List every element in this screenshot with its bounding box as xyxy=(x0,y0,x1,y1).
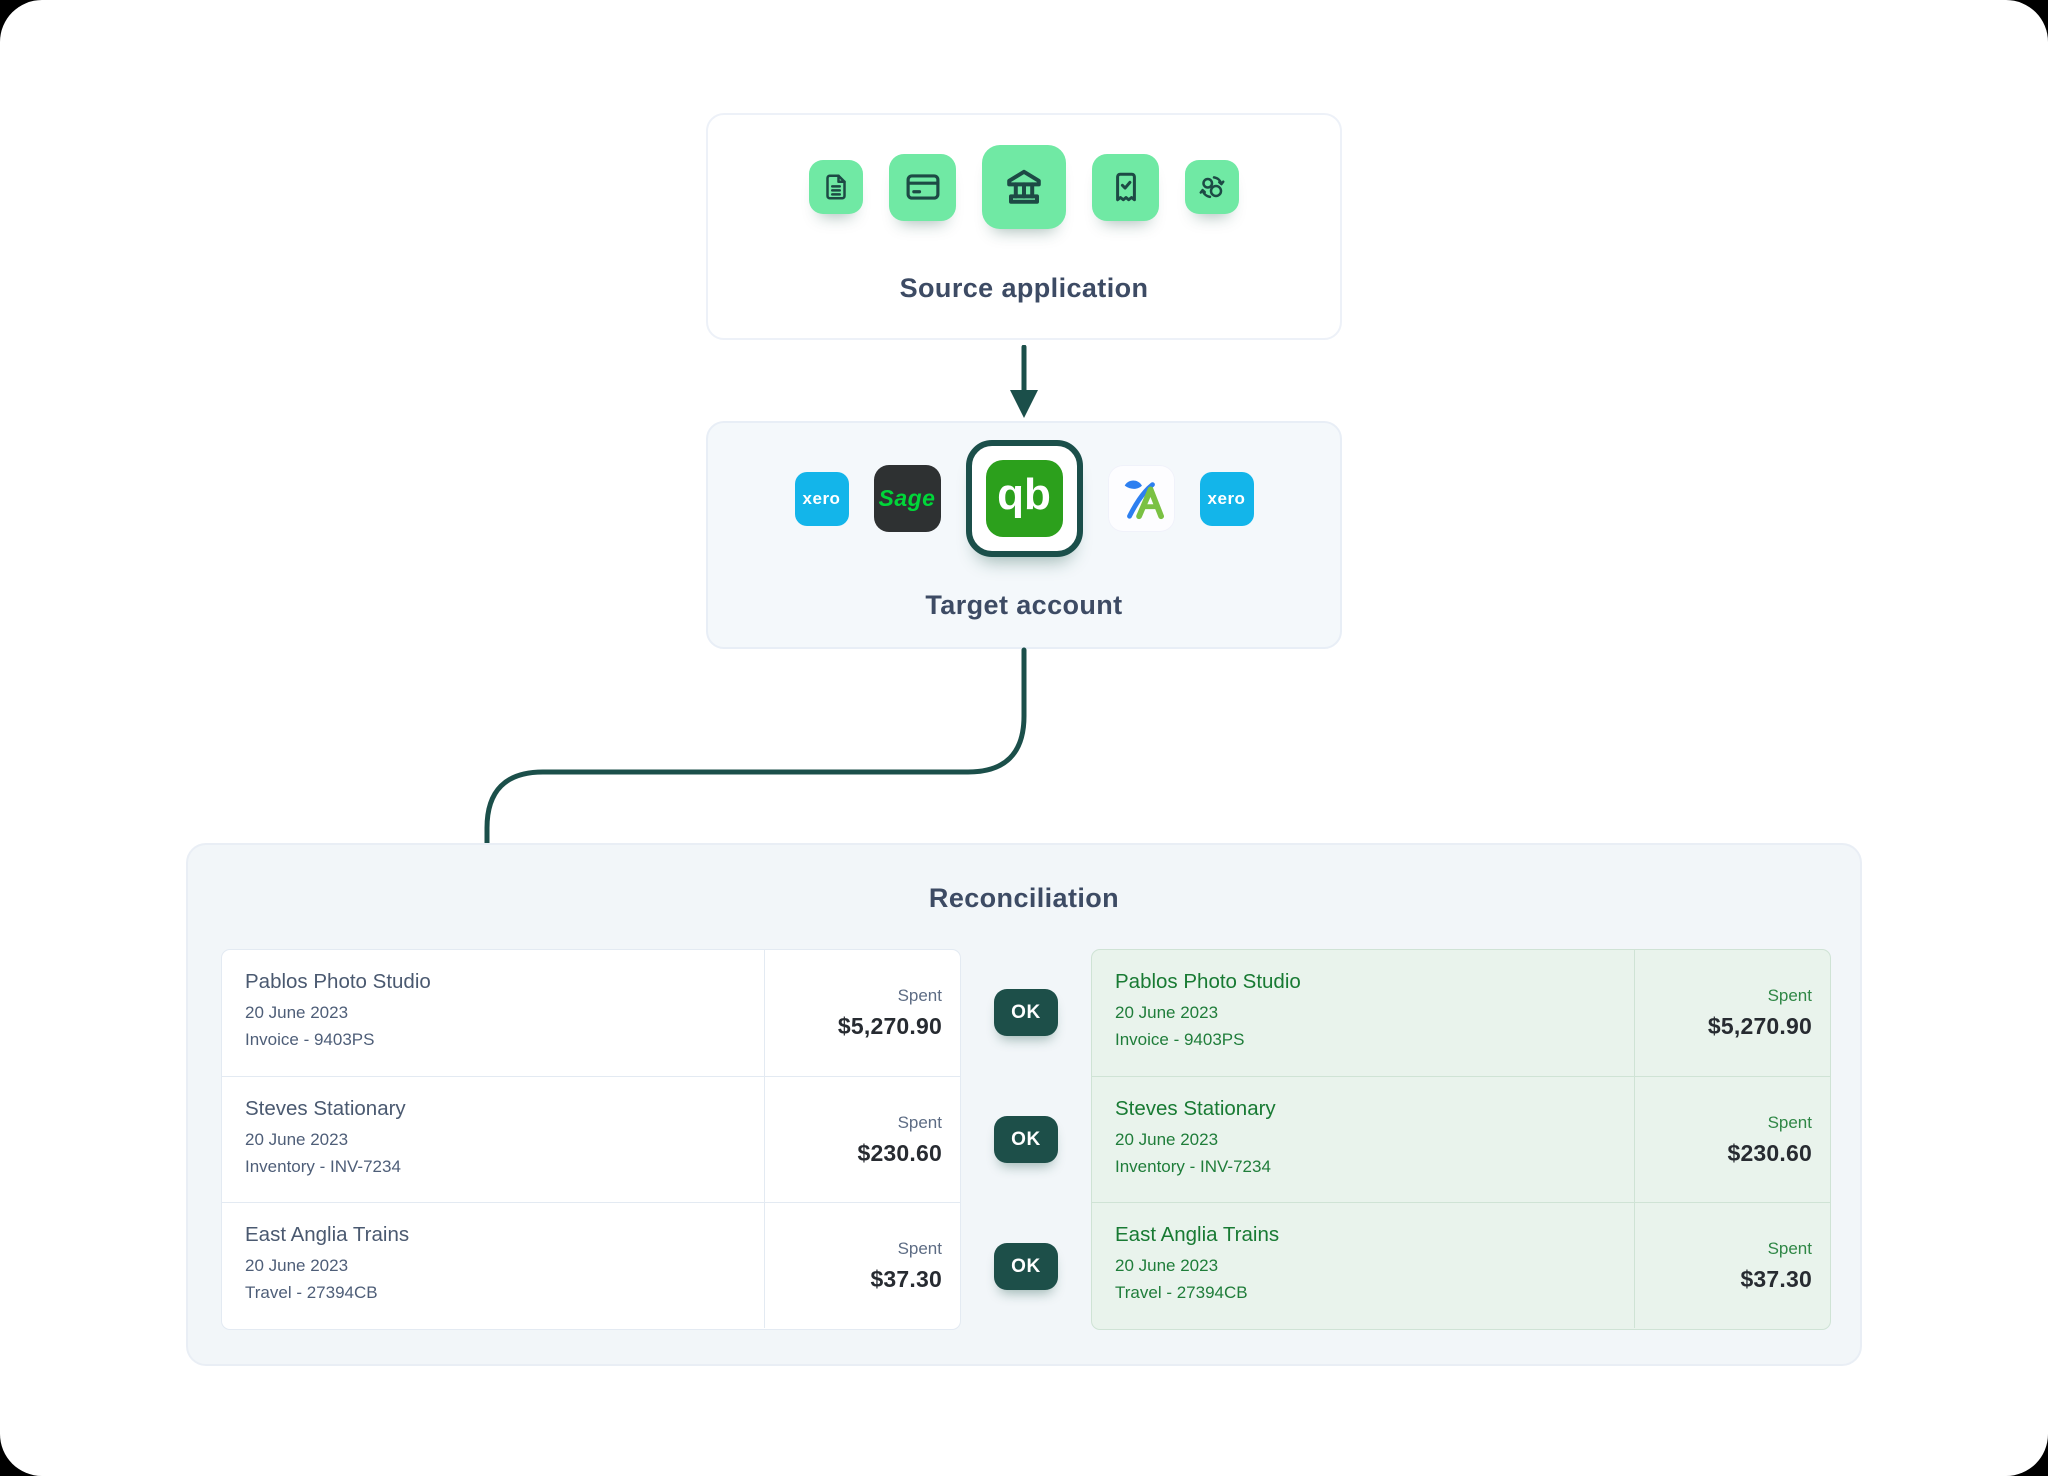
source-card-title: Source application xyxy=(900,273,1149,304)
ok-badge[interactable]: OK xyxy=(994,1243,1058,1290)
quickbooks-logo: qb xyxy=(986,460,1063,537)
table-row: Steves Stationary 20 June 2023 Inventory… xyxy=(222,1076,960,1202)
spent-amount: $37.30 xyxy=(1740,1266,1812,1293)
target-option-freeagent[interactable] xyxy=(1108,465,1175,532)
merchant-name: Steves Stationary xyxy=(245,1097,764,1121)
table-row: Steves Stationary 20 June 2023 Inventory… xyxy=(1092,1076,1830,1202)
transaction-reference: Invoice - 9403PS xyxy=(1115,1030,1634,1050)
target-card-title: Target account xyxy=(925,590,1122,621)
merchant-name: East Anglia Trains xyxy=(1115,1223,1634,1247)
transaction-date: 20 June 2023 xyxy=(245,1256,764,1276)
spent-label: Spent xyxy=(898,1239,942,1259)
merchant-name: Steves Stationary xyxy=(1115,1097,1634,1121)
table-row: Pablos Photo Studio 20 June 2023 Invoice… xyxy=(222,950,960,1076)
target-option-xero[interactable]: xero xyxy=(795,472,849,526)
transaction-date: 20 June 2023 xyxy=(1115,1003,1634,1023)
transaction-reference: Inventory - INV-7234 xyxy=(245,1157,764,1177)
credit-card-icon xyxy=(904,168,942,206)
transaction-date: 20 June 2023 xyxy=(245,1130,764,1150)
target-logo-row: xero Sage qb xero xyxy=(795,446,1254,551)
spent-amount: $230.60 xyxy=(857,1140,942,1167)
spent-label: Spent xyxy=(1768,1113,1812,1133)
source-transactions-table: Pablos Photo Studio 20 June 2023 Invoice… xyxy=(221,949,961,1330)
transaction-date: 20 June 2023 xyxy=(1115,1130,1634,1150)
target-option-sage[interactable]: Sage xyxy=(874,465,941,532)
spent-label: Spent xyxy=(1768,986,1812,1006)
xero-logo: xero xyxy=(1208,489,1246,509)
matched-transactions-table: Pablos Photo Studio 20 June 2023 Invoice… xyxy=(1091,949,1831,1330)
reconciliation-grid: Pablos Photo Studio 20 June 2023 Invoice… xyxy=(221,949,1831,1330)
reconciliation-title: Reconciliation xyxy=(188,883,1860,914)
arrow-source-to-target xyxy=(1002,345,1046,421)
table-row: East Anglia Trains 20 June 2023 Travel -… xyxy=(222,1202,960,1328)
transaction-reference: Inventory - INV-7234 xyxy=(1115,1157,1634,1177)
bank-icon xyxy=(1000,163,1048,211)
freeagent-logo xyxy=(1118,476,1164,522)
source-icon-row xyxy=(809,145,1239,229)
transaction-reference: Travel - 27394CB xyxy=(245,1283,764,1303)
source-option-document[interactable] xyxy=(809,160,863,214)
spent-label: Spent xyxy=(898,1113,942,1133)
spent-label: Spent xyxy=(898,986,942,1006)
transaction-reference: Travel - 27394CB xyxy=(1115,1283,1634,1303)
target-option-quickbooks-selected[interactable]: qb xyxy=(966,440,1083,557)
table-row: East Anglia Trains 20 June 2023 Travel -… xyxy=(1092,1202,1830,1328)
table-row: Pablos Photo Studio 20 June 2023 Invoice… xyxy=(1092,950,1830,1076)
document-icon xyxy=(821,172,851,202)
target-option-xero-2[interactable]: xero xyxy=(1200,472,1254,526)
source-option-card[interactable] xyxy=(889,154,956,221)
merchant-name: Pablos Photo Studio xyxy=(1115,970,1634,994)
merchant-name: Pablos Photo Studio xyxy=(245,970,764,994)
receipt-icon xyxy=(1108,169,1144,205)
target-account-card: xero Sage qb xero Targ xyxy=(706,421,1342,649)
source-option-receipt[interactable] xyxy=(1092,154,1159,221)
source-option-bank[interactable] xyxy=(982,145,1066,229)
spent-amount: $5,270.90 xyxy=(1708,1013,1812,1040)
source-application-card: Source application xyxy=(706,113,1342,340)
match-status-column: OK OK OK xyxy=(961,949,1091,1330)
xero-logo: xero xyxy=(803,489,841,509)
spent-amount: $37.30 xyxy=(870,1266,942,1293)
spent-label: Spent xyxy=(1768,1239,1812,1259)
source-option-exchange[interactable] xyxy=(1185,160,1239,214)
ok-badge[interactable]: OK xyxy=(994,1116,1058,1163)
transaction-date: 20 June 2023 xyxy=(1115,1256,1634,1276)
merchant-name: East Anglia Trains xyxy=(245,1223,764,1247)
exchange-icon xyxy=(1197,172,1227,202)
sage-logo: Sage xyxy=(879,485,936,512)
transaction-date: 20 June 2023 xyxy=(245,1003,764,1023)
spent-amount: $230.60 xyxy=(1727,1140,1812,1167)
reconciliation-panel: Reconciliation Pablos Photo Studio 20 Ju… xyxy=(186,843,1862,1366)
spent-amount: $5,270.90 xyxy=(838,1013,942,1040)
ok-badge[interactable]: OK xyxy=(994,989,1058,1036)
transaction-reference: Invoice - 9403PS xyxy=(245,1030,764,1050)
illustration-canvas: Source application xero Sage qb xyxy=(0,0,2048,1476)
